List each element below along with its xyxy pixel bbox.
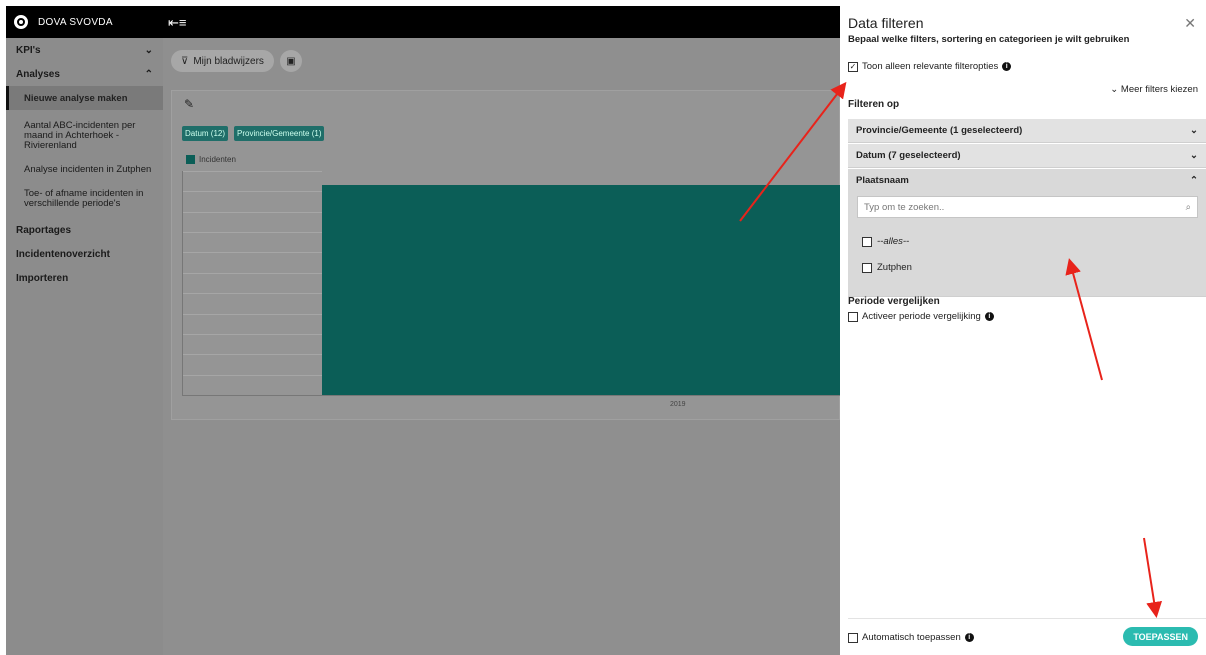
bookmarks-label: Mijn bladwijzers: [193, 55, 264, 67]
panel-title: Data filteren: [848, 15, 924, 31]
sidebar-item-analysis-zutphen[interactable]: Analyse incidenten in Zutphen: [6, 160, 163, 180]
option-checkbox[interactable]: [862, 236, 872, 247]
footer-divider: [848, 618, 1206, 619]
relevant-only-row[interactable]: ✓ Toon alleen relevante filteropties i: [848, 61, 1012, 72]
period-heading: Periode vergelijken: [848, 296, 940, 307]
panel-subtitle: Bepaal welke filters, sortering en categ…: [848, 34, 1130, 45]
search-icon: ⌕: [1185, 201, 1191, 213]
logo-icon: [14, 15, 28, 29]
relevant-only-label: Toon alleen relevante filteropties: [862, 61, 999, 72]
chart-svg: [182, 171, 841, 396]
sidebar-item-abc-incidents[interactable]: Aantal ABC-incidenten per maand in Achte…: [6, 116, 163, 156]
option-checkbox[interactable]: [862, 262, 872, 273]
relevant-only-checkbox[interactable]: ✓: [848, 61, 858, 72]
filter-heading: Filteren op: [848, 99, 900, 110]
save-button[interactable]: ▣: [280, 50, 302, 72]
chevron-down-icon: ⌄: [1190, 150, 1198, 161]
sidebar-item-label: Nieuwe analyse maken: [24, 92, 128, 104]
x-tick-label: 2019: [670, 401, 686, 408]
sidebar-item-period-change[interactable]: Toe- of afname incidenten in verschillen…: [6, 184, 163, 214]
sidebar-item-analyses[interactable]: Analyses ⌃: [6, 62, 163, 86]
period-compare-label: Activeer periode vergelijking: [862, 311, 981, 322]
app-frame: DOVA SVOVDA ⇤≡ KPI's ⌄ Analyses ⌃ Nieuwe…: [6, 6, 1206, 655]
edit-icon[interactable]: ✎: [184, 97, 194, 111]
option-all[interactable]: --alles--: [862, 236, 909, 247]
chevron-down-icon: ⌄: [144, 44, 153, 56]
sidebar: KPI's ⌄ Analyses ⌃ Nieuwe analyse maken …: [6, 38, 163, 655]
analysis-card: ✎ Datum (12) Provincie/Gemeente (1) Inci…: [171, 90, 841, 420]
legend-label: Incidenten: [199, 155, 236, 164]
chevron-up-icon: ⌃: [144, 68, 153, 80]
sidebar-item-label: Raportages: [16, 224, 72, 236]
period-compare-row[interactable]: Activeer periode vergelijking i: [848, 311, 994, 322]
accordion-date[interactable]: Datum (7 geselecteerd) ⌄: [848, 144, 1206, 168]
app-title: DOVA SVOVDA: [38, 16, 113, 28]
chart-legend: Incidenten: [186, 155, 236, 164]
chevron-up-icon: ⌃: [1190, 174, 1198, 186]
auto-apply-row[interactable]: Automatisch toepassen i: [848, 632, 974, 643]
more-filters-label: Meer filters kiezen: [1120, 84, 1198, 95]
option-label: Zutphen: [877, 262, 912, 273]
sidebar-item-label: Aantal ABC-incidenten per maand in Achte…: [24, 120, 136, 151]
option-label: --alles--: [877, 236, 910, 247]
top-bar: DOVA SVOVDA ⇤≡: [6, 6, 840, 38]
info-icon[interactable]: i: [964, 633, 974, 642]
sidebar-item-label: KPI's: [16, 44, 41, 56]
legend-swatch: [186, 155, 195, 164]
apply-button[interactable]: TOEPASSEN: [1123, 627, 1198, 646]
chart-plot: [182, 171, 841, 397]
more-filters-link[interactable]: ⌄ Meer filters kiezen: [1110, 84, 1198, 95]
chevron-down-icon: ⌄: [1110, 84, 1119, 95]
sidebar-item-incident-overview[interactable]: Incidentenoverzicht: [6, 242, 163, 266]
chevron-down-icon: ⌄: [1190, 125, 1198, 136]
sidebar-item-label: Analyse incidenten in Zutphen: [24, 164, 152, 175]
accordion-province[interactable]: Provincie/Gemeente (1 geselecteerd) ⌄: [848, 119, 1206, 143]
info-icon[interactable]: i: [1002, 62, 1012, 71]
sidebar-item-kpis[interactable]: KPI's ⌄: [6, 38, 163, 62]
bookmarks-button[interactable]: ⊽ Mijn bladwijzers: [171, 50, 274, 72]
option-zutphen[interactable]: Zutphen: [862, 262, 912, 273]
info-icon[interactable]: i: [984, 312, 994, 321]
close-icon[interactable]: ✕: [1184, 15, 1196, 32]
main-content: ⊽ Mijn bladwijzers ▣ ✎ Datum (12) Provin…: [163, 38, 841, 655]
accordion-place[interactable]: Plaatsnaam ⌃: [848, 169, 1206, 191]
auto-apply-label: Automatisch toepassen: [862, 632, 961, 643]
filter-chip-date[interactable]: Datum (12): [182, 126, 229, 141]
sidebar-item-reports[interactable]: Raportages: [6, 218, 163, 242]
chart-bar[interactable]: [322, 185, 841, 395]
filter-panel: Data filteren ✕ Bepaal welke filters, so…: [840, 6, 1206, 655]
filter-icon: ⊽: [181, 55, 189, 67]
accordion-label: Datum (7 geselecteerd): [856, 150, 961, 161]
filter-chip-province[interactable]: Provincie/Gemeente (1): [234, 126, 325, 141]
place-search-input[interactable]: Typ om te zoeken.. ⌕: [857, 196, 1198, 218]
sidebar-item-new-analysis[interactable]: Nieuwe analyse maken: [6, 86, 163, 110]
collapse-menu-icon[interactable]: ⇤≡: [168, 15, 186, 31]
sidebar-item-label: Analyses: [16, 68, 60, 80]
sidebar-item-label: Importeren: [16, 272, 69, 284]
period-compare-checkbox[interactable]: [848, 311, 858, 322]
sidebar-item-label: Incidentenoverzicht: [16, 248, 110, 260]
accordion-label: Plaatsnaam: [856, 174, 909, 186]
sidebar-item-import[interactable]: Importeren: [6, 266, 163, 290]
sidebar-item-label: Toe- of afname incidenten in verschillen…: [24, 188, 144, 209]
save-icon: ▣: [286, 55, 296, 67]
search-placeholder: Typ om te zoeken..: [864, 201, 945, 213]
accordion-label: Provincie/Gemeente (1 geselecteerd): [856, 125, 1023, 136]
auto-apply-checkbox[interactable]: [848, 632, 858, 643]
